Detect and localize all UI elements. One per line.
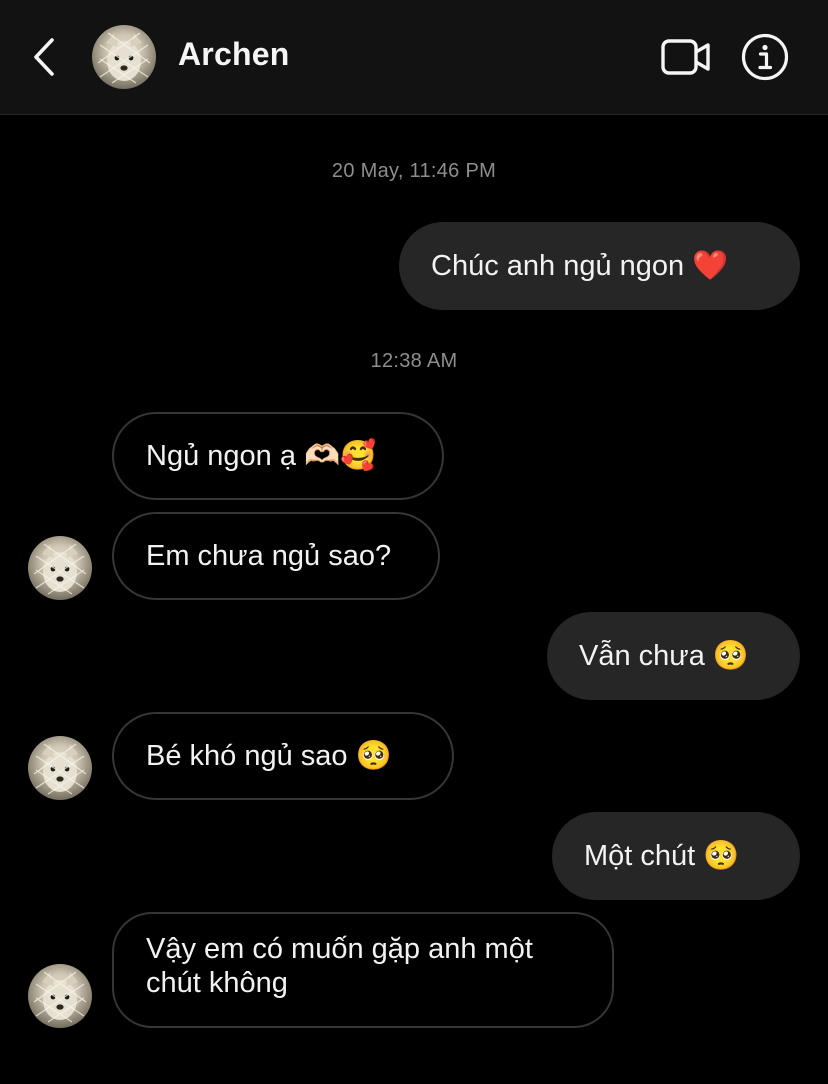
contact-avatar[interactable] xyxy=(92,25,156,89)
sender-avatar[interactable] xyxy=(28,536,92,600)
message-bubble-outgoing[interactable]: Chúc anh ngủ ngon ❤️ xyxy=(399,222,800,310)
back-button[interactable] xyxy=(26,34,66,80)
info-button[interactable] xyxy=(741,33,789,81)
message-bubble-incoming[interactable]: Ngủ ngon ạ 🫶🏻🥰 xyxy=(112,412,444,500)
message-bubble-incoming[interactable]: Bé khó ngủ sao 🥺 xyxy=(112,712,454,800)
info-icon xyxy=(741,33,789,81)
dog-avatar-image xyxy=(33,543,87,595)
timestamp-divider: 20 May, 11:46 PM xyxy=(331,160,497,182)
sender-avatar[interactable] xyxy=(28,964,92,1028)
dog-avatar-image xyxy=(33,743,87,795)
message-bubble-incoming[interactable]: Vậy em có muốn gặp anh một chút không xyxy=(112,912,614,1028)
dog-avatar-image xyxy=(33,971,87,1023)
video-camera-icon xyxy=(661,39,710,75)
chat-header: Archen xyxy=(0,0,828,115)
message-bubble-outgoing[interactable]: Vẫn chưa 🥺 xyxy=(547,612,800,700)
message-bubble-incoming[interactable]: Em chưa ngủ sao? xyxy=(112,512,440,600)
contact-name[interactable]: Archen xyxy=(178,36,289,73)
dog-avatar-image xyxy=(97,32,151,84)
timestamp-divider: 12:38 AM xyxy=(370,350,458,372)
chevron-left-icon xyxy=(34,38,54,76)
sender-avatar[interactable] xyxy=(28,736,92,800)
video-call-button[interactable] xyxy=(660,36,712,78)
message-bubble-outgoing[interactable]: Một chút 🥺 xyxy=(552,812,800,900)
